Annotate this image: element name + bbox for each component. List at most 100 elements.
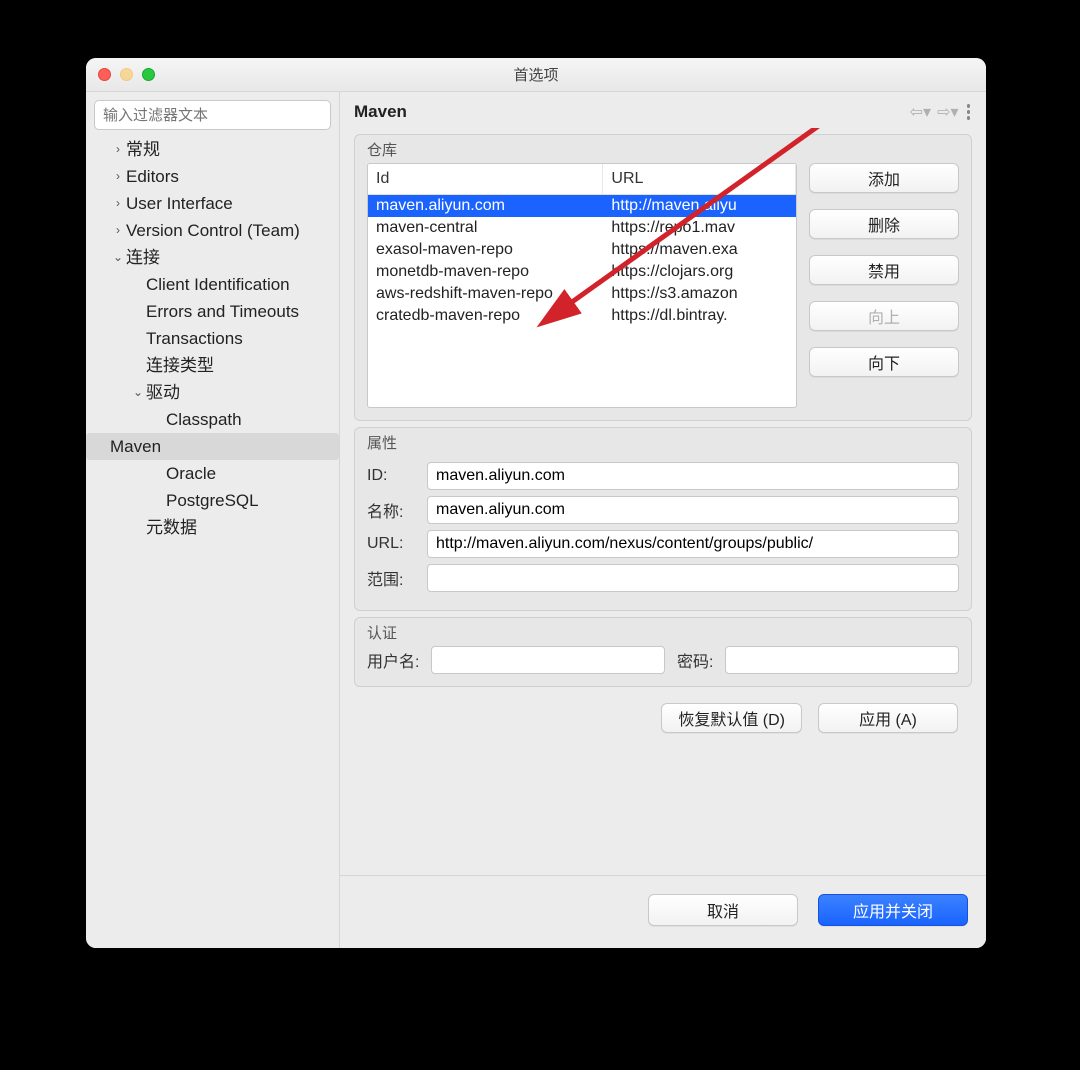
table-row[interactable]: maven.aliyun.comhttp://maven.aliyu [368, 195, 796, 217]
table-row[interactable]: monetdb-maven-repohttps://clojars.org [368, 261, 796, 283]
tree-item-oracle[interactable]: Oracle [94, 460, 331, 487]
back-icon[interactable]: ⇦▾ [910, 102, 931, 122]
cell-url: https://s3.amazon [603, 283, 796, 305]
password-field[interactable] [725, 646, 959, 674]
window-title: 首选项 [86, 64, 986, 85]
window-body: ›常规 ›Editors ›User Interface ›Version Co… [86, 92, 986, 948]
url-label: URL: [367, 535, 417, 553]
tree-item-maven[interactable]: Maven [86, 433, 339, 460]
id-label: ID: [367, 467, 417, 485]
cell-id: exasol-maven-repo [368, 239, 603, 261]
page-actions: 恢复默认值 (D) 应用 (A) [354, 687, 972, 733]
repositories-table[interactable]: Id URL maven.aliyun.comhttp://maven.aliy… [367, 163, 797, 408]
tree-label: Transactions [146, 325, 243, 352]
cell-url: https://maven.exa [603, 239, 796, 261]
tree-label: User Interface [126, 190, 233, 217]
tree-item-client-id[interactable]: Client Identification [94, 271, 331, 298]
tree-item-general[interactable]: ›常规 [94, 136, 331, 163]
id-field[interactable] [427, 462, 959, 490]
cell-id: maven-central [368, 217, 603, 239]
url-field[interactable] [427, 530, 959, 558]
tree-label: 驱动 [146, 379, 180, 406]
cell-id: cratedb-maven-repo [368, 305, 603, 327]
tree-label: 元数据 [146, 514, 197, 541]
cell-id: aws-redshift-maven-repo [368, 283, 603, 305]
table-row[interactable]: maven-centralhttps://repo1.mav [368, 217, 796, 239]
forward-icon[interactable]: ⇨▾ [937, 102, 958, 122]
tree-item-connection[interactable]: ⌄连接 [94, 244, 331, 271]
table-row[interactable]: aws-redshift-maven-repohttps://s3.amazon [368, 283, 796, 305]
sidebar: ›常规 ›Editors ›User Interface ›Version Co… [86, 92, 340, 948]
tree-item-editors[interactable]: ›Editors [94, 163, 331, 190]
preferences-window: 首选项 ›常规 ›Editors ›User Interface ›Versio… [86, 58, 986, 948]
kebab-menu-icon[interactable] [965, 102, 973, 122]
filter-input[interactable] [94, 100, 331, 130]
chevron-right-icon: › [110, 140, 126, 159]
main-panel: Maven ⇦▾ ⇨▾ 仓库 [340, 92, 986, 948]
chevron-right-icon: › [110, 167, 126, 186]
cell-url: https://repo1.mav [603, 217, 796, 239]
titlebar: 首选项 [86, 58, 986, 92]
tree-item-metadata[interactable]: 元数据 [94, 514, 331, 541]
col-header-id[interactable]: Id [368, 164, 603, 194]
restore-defaults-button[interactable]: 恢复默认值 (D) [661, 703, 802, 733]
disable-button[interactable]: 禁用 [809, 255, 959, 285]
tree-item-postgresql[interactable]: PostgreSQL [94, 487, 331, 514]
header-nav: ⇦▾ ⇨▾ [910, 102, 972, 122]
delete-button[interactable]: 删除 [809, 209, 959, 239]
chevron-down-icon: ⌄ [110, 248, 126, 267]
main-header: Maven ⇦▾ ⇨▾ [340, 92, 986, 128]
tree-label: Editors [126, 163, 179, 190]
cancel-button[interactable]: 取消 [648, 894, 798, 926]
cell-id: monetdb-maven-repo [368, 261, 603, 283]
tree-item-drivers[interactable]: ⌄驱动 [94, 379, 331, 406]
tree-label: Oracle [166, 460, 216, 487]
tree-label: Maven [110, 433, 161, 460]
tree-item-conn-types[interactable]: 连接类型 [94, 352, 331, 379]
preferences-tree: ›常规 ›Editors ›User Interface ›Version Co… [94, 136, 331, 541]
apply-and-close-button[interactable]: 应用并关闭 [818, 894, 968, 926]
tree-item-ui[interactable]: ›User Interface [94, 190, 331, 217]
tree-item-vcs[interactable]: ›Version Control (Team) [94, 217, 331, 244]
tree-label: 常规 [126, 136, 160, 163]
repositories-group: 仓库 Id URL maven.aliyun.comhttp://maven.a… [354, 134, 972, 421]
scope-label: 范围: [367, 566, 417, 590]
tree-item-errors[interactable]: Errors and Timeouts [94, 298, 331, 325]
apply-button[interactable]: 应用 (A) [818, 703, 958, 733]
tree-item-transactions[interactable]: Transactions [94, 325, 331, 352]
tree-label: 连接类型 [146, 352, 214, 379]
chevron-down-icon: ⌄ [130, 383, 146, 402]
chevron-right-icon: › [110, 221, 126, 240]
cell-url: https://dl.bintray. [603, 305, 796, 327]
group-legend: 认证 [367, 622, 397, 643]
name-label: 名称: [367, 498, 417, 522]
repo-side-buttons: 添加 删除 禁用 向上 向下 [809, 163, 959, 408]
password-label: 密码: [677, 648, 713, 672]
tree-label: Version Control (Team) [126, 217, 300, 244]
move-down-button[interactable]: 向下 [809, 347, 959, 377]
col-header-url[interactable]: URL [603, 164, 796, 194]
dialog-footer: 取消 应用并关闭 [340, 875, 986, 948]
cell-id: maven.aliyun.com [368, 195, 603, 217]
table-row[interactable]: cratedb-maven-repohttps://dl.bintray. [368, 305, 796, 327]
page-title: Maven [354, 102, 407, 122]
tree-label: Classpath [166, 406, 242, 433]
properties-group: 属性 ID: 名称: URL: 范围: [354, 427, 972, 611]
tree-item-classpath[interactable]: Classpath [94, 406, 331, 433]
name-field[interactable] [427, 496, 959, 524]
table-header: Id URL [368, 164, 796, 195]
tree-label: PostgreSQL [166, 487, 259, 514]
cell-url: https://clojars.org [603, 261, 796, 283]
add-button[interactable]: 添加 [809, 163, 959, 193]
chevron-right-icon: › [110, 194, 126, 213]
cell-url: http://maven.aliyu [603, 195, 796, 217]
scope-field[interactable] [427, 564, 959, 592]
group-legend: 属性 [367, 432, 397, 453]
tree-label: Client Identification [146, 271, 290, 298]
table-row[interactable]: exasol-maven-repohttps://maven.exa [368, 239, 796, 261]
move-up-button[interactable]: 向上 [809, 301, 959, 331]
username-field[interactable] [431, 646, 665, 674]
content-area: 仓库 Id URL maven.aliyun.comhttp://maven.a… [340, 128, 986, 875]
tree-label: Errors and Timeouts [146, 298, 299, 325]
group-legend: 仓库 [367, 139, 397, 160]
